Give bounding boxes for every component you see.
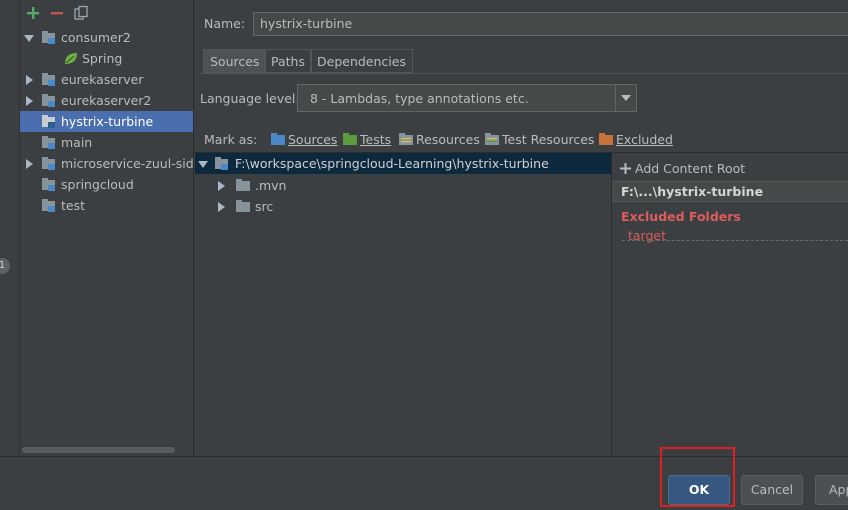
excluded-folders-heading: Excluded Folders	[621, 209, 741, 224]
module-item-microservice-zuul-sidecar[interactable]: microservice-zuul-sidec	[20, 153, 193, 174]
module-item-consumer2[interactable]: consumer2	[20, 27, 193, 48]
collapse-arrow-icon[interactable]	[24, 75, 34, 85]
ok-highlight-box	[660, 447, 735, 507]
language-level-select[interactable]: 8 - Lambdas, type annotations etc.	[297, 84, 637, 112]
spring-leaf-icon	[64, 52, 78, 65]
plus-icon[interactable]	[25, 5, 41, 21]
name-label: Name:	[204, 16, 246, 31]
mark-tests-label: Tests	[360, 132, 392, 147]
tab-sources[interactable]: Sources	[203, 49, 267, 73]
module-folder-icon	[42, 178, 56, 191]
module-item-hystrix-turbine[interactable]: hystrix-turbine	[20, 111, 193, 132]
module-folder-icon	[42, 157, 56, 170]
module-label: microservice-zuul-sidec	[61, 156, 193, 171]
tab-strip-divider	[200, 73, 848, 74]
excluded-divider	[622, 240, 848, 241]
facet-label: Spring	[82, 51, 123, 66]
module-folder-icon	[42, 94, 56, 107]
cancel-button[interactable]: Cancel	[741, 475, 803, 505]
language-level-label: Language level:	[200, 91, 300, 106]
folder-label: .mvn	[255, 178, 287, 193]
tests-folder-icon	[343, 133, 357, 145]
add-content-root-button[interactable]: Add Content Root	[620, 161, 745, 176]
mark-test-resources-label: Test Resources	[502, 132, 595, 147]
module-item-springcloud[interactable]: springcloud	[20, 174, 193, 195]
content-root-label: F:\workspace\springcloud-Learning\hystri…	[235, 156, 549, 171]
module-label: hystrix-turbine	[61, 114, 154, 129]
folder-label: src	[255, 199, 274, 214]
module-label: main	[61, 135, 93, 150]
module-folder-icon	[42, 31, 56, 44]
sources-folder-icon	[271, 133, 285, 145]
content-root-row[interactable]: F:\workspace\springcloud-Learning\hystri…	[195, 153, 611, 174]
mark-excluded-label: Excluded	[616, 132, 673, 147]
module-label: consumer2	[61, 30, 131, 45]
content-root-path: F:\...\hystrix-turbine	[621, 184, 764, 199]
module-list-scrollbar[interactable]	[22, 447, 175, 453]
collapse-arrow-icon[interactable]	[24, 96, 34, 106]
left-gutter	[0, 0, 20, 456]
copy-icon[interactable]	[73, 5, 89, 21]
language-level-value: 8 - Lambdas, type annotations etc.	[310, 91, 529, 106]
expand-arrow-icon[interactable]	[24, 33, 34, 43]
mark-resources-label: Resources	[416, 132, 480, 147]
collapse-arrow-icon[interactable]	[216, 202, 226, 212]
collapse-arrow-icon[interactable]	[216, 181, 226, 191]
add-content-root-label: Add Content Root	[634, 161, 746, 176]
folder-icon	[236, 200, 250, 212]
module-folder-icon	[42, 73, 56, 86]
module-list-panel: consumer2 Spring eurekaserver eurekaserv…	[20, 0, 194, 456]
test-resources-folder-icon	[485, 133, 499, 145]
module-folder-icon	[42, 115, 56, 128]
module-name-input[interactable]: hystrix-turbine	[253, 12, 848, 36]
module-item-eurekaserver[interactable]: eurekaserver	[20, 69, 193, 90]
tab-dependencies[interactable]: Dependencies	[310, 49, 413, 73]
minus-icon[interactable]	[49, 5, 65, 21]
excluded-folder-icon	[599, 133, 613, 145]
chevron-down-icon[interactable]	[615, 85, 636, 111]
module-item-eurekaserver2[interactable]: eurekaserver2	[20, 90, 193, 111]
module-label: test	[61, 198, 86, 213]
apply-button[interactable]: Apply	[815, 475, 848, 505]
folder-icon	[236, 179, 250, 191]
plus-icon	[620, 163, 631, 174]
expand-arrow-icon[interactable]	[198, 159, 208, 169]
mark-sources-label: Sources	[288, 132, 338, 147]
module-label: eurekaserver	[61, 72, 144, 87]
resources-folder-icon	[399, 133, 413, 145]
module-folder-icon	[215, 157, 229, 170]
module-label: springcloud	[61, 177, 134, 192]
module-item-main[interactable]: main	[20, 132, 193, 153]
module-item-test[interactable]: test	[20, 195, 193, 216]
mark-as-label: Mark as:	[204, 132, 258, 147]
facet-item-spring[interactable]: Spring	[20, 48, 193, 69]
tab-paths[interactable]: Paths	[264, 49, 312, 73]
module-label: eurekaserver2	[61, 93, 152, 108]
module-folder-icon	[42, 136, 56, 149]
collapse-arrow-icon[interactable]	[24, 159, 34, 169]
module-folder-icon	[42, 199, 56, 212]
